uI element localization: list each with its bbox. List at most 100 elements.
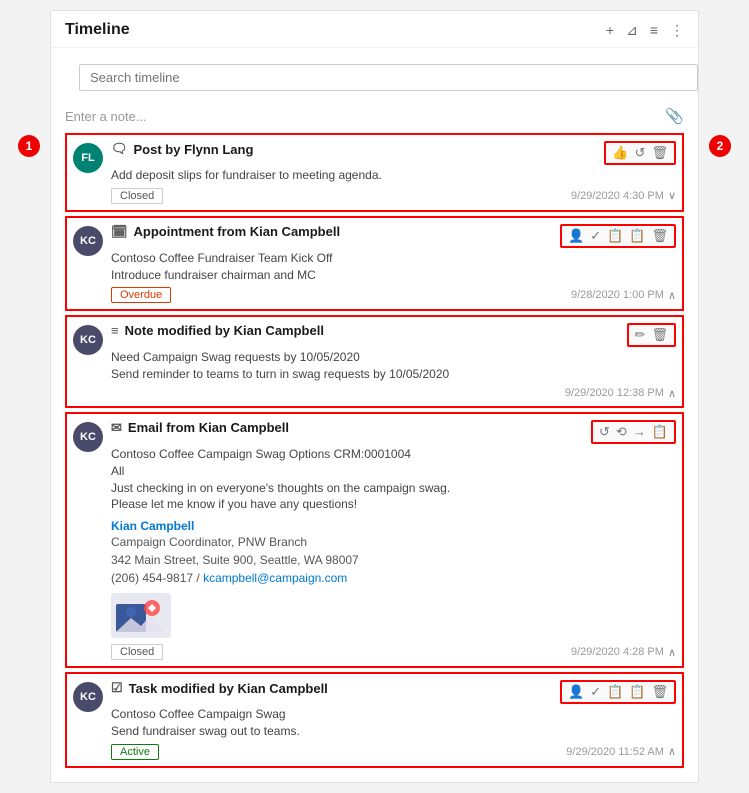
item-content: ✉ Email from Kian Campbell ↺ ⟲ → 📋 Conto…: [111, 420, 676, 660]
avatar: KC: [73, 226, 103, 256]
note-entry-area: Enter a note... 📎: [65, 107, 684, 125]
item-title: ≡ Note modified by Kian Campbell: [111, 323, 324, 338]
item-header: 🗨 Post by Flynn Lang 👍 ↺ 🗑: [111, 141, 676, 165]
item-footer: Overdue 9/28/2020 1:00 PM ∧: [111, 287, 676, 303]
copy-icon[interactable]: 📋: [607, 228, 623, 244]
item-title: ☑ Task modified by Kian Campbell: [111, 680, 328, 696]
chevron-up-icon[interactable]: ∧: [668, 387, 676, 400]
item-title: 🗨 Post by Flynn Lang: [111, 141, 253, 157]
item-title: 🗓 Appointment from Kian Campbell: [111, 224, 340, 240]
item-content: 🗓 Appointment from Kian Campbell 👤 ✓ 📋 📋…: [111, 224, 676, 304]
paperclip-icon[interactable]: 📎: [665, 107, 684, 125]
timeline-list: FL 🗨 Post by Flynn Lang 👍 ↺ 🗑 Add: [51, 133, 698, 768]
post-icon: 🗨: [111, 141, 128, 157]
item-body: Contoso Coffee Campaign Swag Options CRM…: [111, 446, 676, 513]
item-body: Contoso Coffee Campaign SwagSend fundrai…: [111, 706, 676, 740]
copy2-icon[interactable]: 📋: [629, 684, 645, 700]
like-icon[interactable]: 👍: [612, 145, 628, 161]
sig-contact: (206) 454-9817 / kcampbell@campaign.com: [111, 569, 676, 587]
status-badge: Closed: [111, 644, 163, 660]
sort-icon[interactable]: ≡: [650, 22, 658, 38]
item-title: ✉ Email from Kian Campbell: [111, 420, 289, 436]
item-footer: 9/29/2020 12:38 PM ∧: [111, 387, 676, 400]
filter-icon[interactable]: ⊿: [626, 22, 638, 39]
assign-icon[interactable]: 👤: [568, 228, 584, 244]
status-badge: Overdue: [111, 287, 171, 303]
item-footer: Closed 9/29/2020 4:30 PM ∨: [111, 188, 676, 204]
item-content: 🗨 Post by Flynn Lang 👍 ↺ 🗑 Add deposit s…: [111, 141, 676, 204]
item-header: ☑ Task modified by Kian Campbell 👤 ✓ 📋 📋…: [111, 680, 676, 704]
task-icon: ☑: [111, 680, 123, 696]
item-timestamp: 9/29/2020 11:52 AM ∧: [566, 745, 676, 758]
more-icon[interactable]: ⋮: [670, 22, 684, 39]
calendar-icon: 🗓: [111, 224, 128, 240]
delete-icon[interactable]: 🗑: [651, 327, 668, 343]
note-icon: ≡: [111, 323, 119, 338]
timeline-item: KC 🗓 Appointment from Kian Campbell 👤 ✓ …: [65, 216, 684, 312]
status-badge: Active: [111, 744, 159, 760]
chevron-up-icon[interactable]: ∧: [668, 646, 676, 659]
item-footer: Active 9/29/2020 11:52 AM ∧: [111, 744, 676, 760]
delete-icon[interactable]: 🗑: [651, 684, 668, 700]
timeline-item: KC ✉ Email from Kian Campbell ↺ ⟲ → 📋: [65, 412, 684, 668]
item-header: ✉ Email from Kian Campbell ↺ ⟲ → 📋: [111, 420, 676, 444]
assign-icon[interactable]: 👤: [568, 684, 584, 700]
email-icon: ✉: [111, 420, 122, 436]
copy-icon[interactable]: 📋: [607, 684, 623, 700]
avatar: KC: [73, 682, 103, 712]
avatar: FL: [73, 143, 103, 173]
item-footer: Closed 9/29/2020 4:28 PM ∧: [111, 644, 676, 660]
sig-email-link[interactable]: kcampbell@campaign.com: [203, 571, 347, 585]
reply-icon[interactable]: ↺: [635, 145, 646, 161]
complete-icon[interactable]: ✓: [590, 228, 601, 244]
sig-role: Campaign Coordinator, PNW Branch: [111, 533, 676, 551]
status-badge: Closed: [111, 188, 163, 204]
avatar: KC: [73, 422, 103, 452]
item-body: Need Campaign Swag requests by 10/05/202…: [111, 349, 676, 383]
timeline-item: FL 🗨 Post by Flynn Lang 👍 ↺ 🗑 Add: [65, 133, 684, 212]
chevron-up-icon[interactable]: ∧: [668, 745, 676, 758]
item-timestamp: 9/29/2020 12:38 PM ∧: [565, 387, 676, 400]
delete-icon[interactable]: 🗑: [651, 145, 668, 161]
item-actions: ↺ ⟲ → 📋: [591, 420, 676, 444]
chevron-up-icon[interactable]: ∧: [668, 289, 676, 302]
forward-icon[interactable]: →: [633, 424, 646, 439]
item-actions: ✏ 🗑: [627, 323, 676, 347]
edit-icon[interactable]: ✏: [635, 327, 646, 343]
item-timestamp: 9/29/2020 4:28 PM ∧: [571, 646, 676, 659]
panel-header: Timeline + ⊿ ≡ ⋮: [51, 11, 698, 48]
item-body: Contoso Coffee Fundraiser Team Kick OffI…: [111, 250, 676, 284]
item-actions: 👤 ✓ 📋 📋 🗑: [560, 680, 676, 704]
item-header: ≡ Note modified by Kian Campbell ✏ 🗑: [111, 323, 676, 347]
item-timestamp: 9/29/2020 4:30 PM ∨: [571, 189, 676, 202]
reply-icon[interactable]: ↺: [599, 424, 610, 440]
timeline-item: KC ≡ Note modified by Kian Campbell ✏ 🗑 …: [65, 315, 684, 408]
copy2-icon[interactable]: 📋: [629, 228, 645, 244]
copy-icon[interactable]: 📋: [652, 424, 668, 440]
item-actions: 👤 ✓ 📋 📋 🗑: [560, 224, 676, 248]
item-body: Add deposit slips for fundraiser to meet…: [111, 167, 676, 184]
item-actions: 👍 ↺ 🗑: [604, 141, 676, 165]
complete-icon[interactable]: ✓: [590, 684, 601, 700]
header-icons: + ⊿ ≡ ⋮: [606, 22, 684, 39]
chevron-down-icon[interactable]: ∨: [668, 189, 676, 202]
delete-icon[interactable]: 🗑: [651, 228, 668, 244]
add-icon[interactable]: +: [606, 22, 614, 38]
timeline-panel: Timeline + ⊿ ≡ ⋮ Enter a note... 📎 FL: [50, 10, 699, 783]
item-content: ☑ Task modified by Kian Campbell 👤 ✓ 📋 📋…: [111, 680, 676, 760]
note-entry-label: Enter a note...: [65, 109, 147, 124]
item-timestamp: 9/28/2020 1:00 PM ∧: [571, 289, 676, 302]
search-input[interactable]: [79, 64, 698, 91]
email-image: [111, 593, 171, 638]
timeline-item: KC ☑ Task modified by Kian Campbell 👤 ✓ …: [65, 672, 684, 768]
panel-title: Timeline: [65, 21, 606, 39]
annotation-1: 1: [18, 135, 40, 157]
sig-name: Kian Campbell: [111, 519, 676, 533]
item-content: ≡ Note modified by Kian Campbell ✏ 🗑 Nee…: [111, 323, 676, 400]
item-header: 🗓 Appointment from Kian Campbell 👤 ✓ 📋 📋…: [111, 224, 676, 248]
reply-all-icon[interactable]: ⟲: [616, 424, 627, 440]
email-signature: Kian Campbell Campaign Coordinator, PNW …: [111, 519, 676, 587]
annotation-2: 2: [709, 135, 731, 157]
sig-address: 342 Main Street, Suite 900, Seattle, WA …: [111, 551, 676, 569]
avatar: KC: [73, 325, 103, 355]
